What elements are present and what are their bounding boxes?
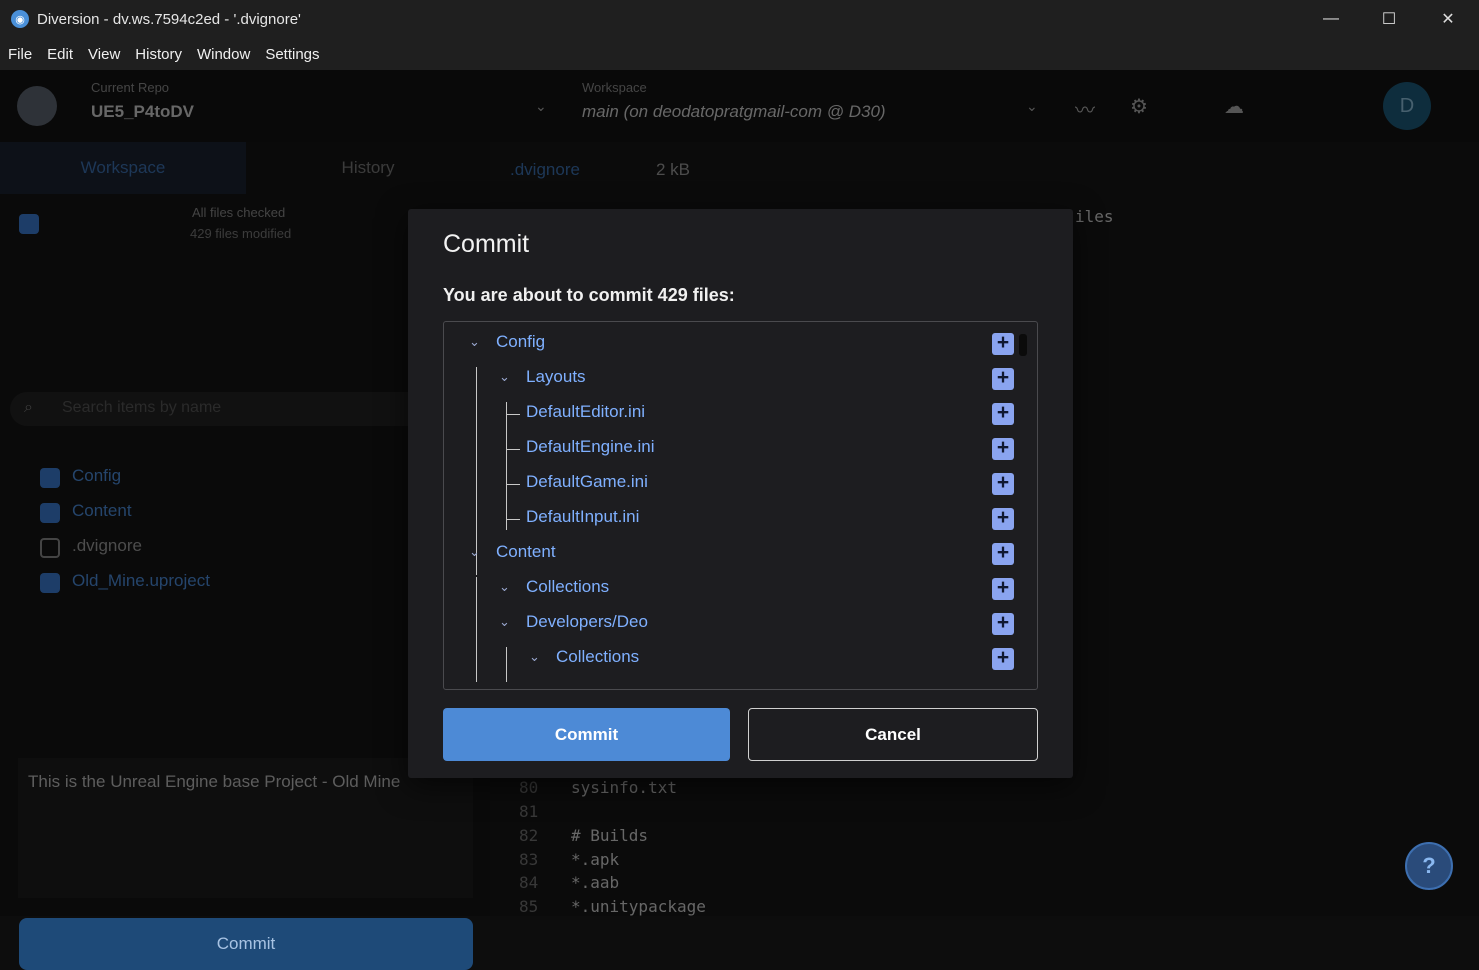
tree-row[interactable]: DefaultEngine.ini + (444, 431, 1037, 466)
add-icon[interactable]: + (992, 507, 1014, 530)
dialog-subtitle: You are about to commit 429 files: (443, 285, 735, 305)
cancel-button[interactable]: Cancel (748, 708, 1038, 761)
menu-view[interactable]: View (88, 46, 120, 63)
tree-label: Content (496, 542, 556, 561)
menu-window[interactable]: Window (197, 46, 250, 63)
maximize-button[interactable]: ☐ (1360, 0, 1418, 38)
app-icon: ◉ (11, 10, 29, 28)
add-icon[interactable]: + (992, 332, 1014, 355)
chevron-down-icon[interactable]: ⌄ (529, 649, 543, 664)
chevron-down-icon[interactable]: ⌄ (469, 334, 483, 349)
tree-row[interactable]: DefaultGame.ini + (444, 466, 1037, 501)
tree-label: DefaultEditor.ini (526, 402, 646, 421)
chevron-down-icon[interactable]: ⌄ (499, 614, 513, 629)
tree-row[interactable]: ⌄ Collections + (444, 571, 1037, 606)
tree-label: Collections (556, 647, 640, 666)
tree-row[interactable]: ⌄ Developers/Deo + (444, 606, 1037, 641)
add-icon[interactable]: + (992, 577, 1014, 600)
add-icon[interactable]: + (992, 612, 1014, 635)
commit-button-main[interactable]: Commit (19, 918, 473, 970)
add-icon[interactable]: + (992, 542, 1014, 565)
add-icon[interactable]: + (992, 402, 1014, 425)
file-tree[interactable]: ⌄ Config + ⌄ Layouts + DefaultEditor.ini… (443, 321, 1038, 690)
tree-row[interactable]: ⌄ Collections + (444, 641, 1037, 676)
tree-label: Developers/Deo (526, 612, 648, 631)
tree-row[interactable]: DefaultEditor.ini + (444, 396, 1037, 431)
title-bar: ◉ Diversion - dv.ws.7594c2ed - '.dvignor… (0, 0, 1479, 38)
add-icon[interactable]: + (992, 472, 1014, 495)
add-icon[interactable]: + (992, 437, 1014, 460)
menu-bar: File Edit View History Window Settings (0, 38, 1479, 70)
help-button[interactable]: ? (1405, 842, 1453, 890)
menu-settings[interactable]: Settings (265, 46, 319, 63)
commit-dialog: Commit You are about to commit 429 files… (408, 209, 1073, 778)
window-title: Diversion - dv.ws.7594c2ed - '.dvignore' (37, 10, 301, 28)
add-icon[interactable]: + (992, 367, 1014, 390)
tree-label: DefaultEngine.ini (526, 437, 655, 456)
add-icon[interactable]: + (992, 647, 1014, 670)
tree-row[interactable]: DefaultInput.ini + (444, 501, 1037, 536)
chevron-down-icon[interactable]: ⌄ (499, 369, 513, 384)
commit-button[interactable]: Commit (443, 708, 730, 761)
menu-history[interactable]: History (135, 46, 182, 63)
tree-label: Layouts (526, 367, 586, 386)
minimize-button[interactable]: — (1302, 0, 1360, 38)
dialog-title: Commit (443, 230, 530, 258)
tree-label: DefaultGame.ini (526, 472, 648, 491)
menu-edit[interactable]: Edit (47, 46, 73, 63)
chevron-down-icon[interactable]: ⌄ (469, 544, 483, 559)
tree-row[interactable]: ⌄ Content + (444, 536, 1037, 571)
chevron-down-icon[interactable]: ⌄ (499, 579, 513, 594)
tree-label: Collections (526, 577, 610, 596)
tree-row[interactable]: ⌄ Layouts + (444, 361, 1037, 396)
menu-file[interactable]: File (8, 46, 32, 63)
tree-label: DefaultInput.ini (526, 507, 640, 526)
close-button[interactable]: ✕ (1419, 0, 1477, 38)
tree-label: Config (496, 332, 546, 351)
tree-row[interactable]: ⌄ Config + (444, 326, 1037, 361)
